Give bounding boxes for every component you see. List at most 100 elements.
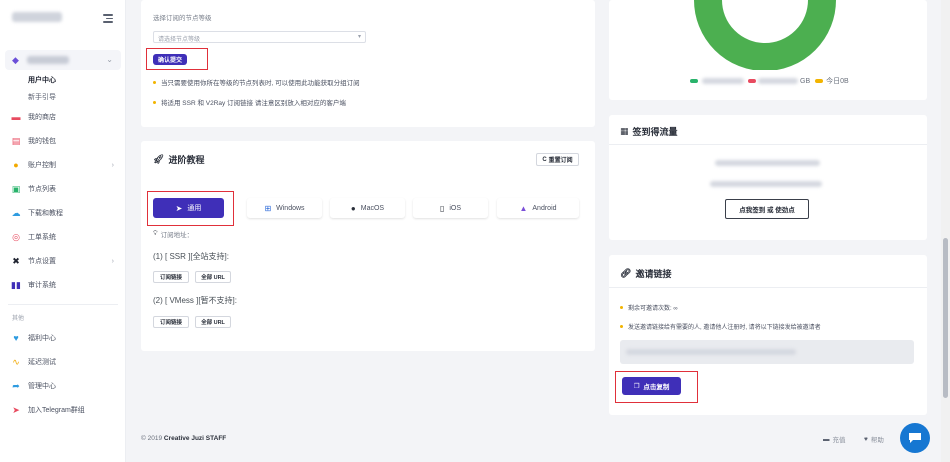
node-level-select[interactable]: 请选择节点等级 ▾ [153, 31, 366, 43]
invite-link-blurred [626, 349, 796, 355]
sidebar-item-label: 我的商店 [28, 114, 56, 121]
tab-android[interactable]: ▲ Android [497, 198, 579, 218]
sidebar-item-telegram[interactable]: ➤ 加入Telegram群组 [10, 402, 120, 418]
bullet-dot-icon [153, 80, 156, 84]
shop-icon: ▬ [11, 112, 21, 122]
tab-macos[interactable]: ● MacOS [330, 198, 405, 218]
wallet-icon: ▤ [11, 135, 21, 146]
invite-link-field[interactable] [620, 340, 914, 364]
sidebar-item-newbie-guide[interactable]: 新手引导 [28, 92, 56, 102]
share-icon: ➦ [12, 380, 20, 391]
highlight-box [615, 371, 698, 403]
sidebar-item-admin[interactable]: ➦ 管理中心 [10, 378, 120, 394]
audit-icon: ▮▮ [11, 279, 21, 290]
hamburger-menu-icon[interactable] [103, 14, 113, 23]
sidebar-item-label: 工单系统 [28, 234, 56, 241]
invite-title: 🔗︎ 邀请链接 [620, 268, 672, 279]
telegram-icon: ➤ [12, 404, 20, 415]
select-placeholder: 请选择节点等级 [158, 37, 201, 43]
sidebar-item-shop[interactable]: ▬ 我的商店 [10, 109, 120, 125]
legend-blurred [758, 78, 798, 84]
ssr-copy-link-button[interactable]: 订阅链接 [153, 271, 189, 283]
user-menu-toggle[interactable]: ◆ ⌄ [5, 50, 121, 70]
sidebar-item-label: 我的钱包 [28, 138, 56, 145]
bullet-dot-icon [620, 306, 623, 309]
card-divider [609, 144, 927, 145]
sidebar-item-latency[interactable]: ∿ 延迟测试 [10, 354, 120, 370]
chevron-right-icon: › [111, 257, 114, 265]
ssr-copy-all-button[interactable]: 全部 URL [195, 271, 231, 283]
sidebar-item-audit[interactable]: ▮▮ 审计系统 [10, 277, 120, 293]
card-icon: ▬ [823, 435, 830, 443]
sidebar-item-ticket[interactable]: ◎ 工单系统 [10, 229, 120, 245]
mobile-icon: ▯ [439, 203, 445, 213]
bullet-dot-icon [620, 325, 623, 328]
sidebar-item-welfare[interactable]: ♥ 福利中心 [10, 330, 120, 346]
reset-subscription-button[interactable]: C 重置订阅 [536, 153, 579, 166]
sidebar-section-label: 其他 [12, 316, 25, 322]
legend-used-swatch [690, 79, 698, 83]
invite-remaining: 剩余可邀请次数: ∞ [620, 303, 678, 312]
sidebar-item-label: 加入Telegram群组 [28, 407, 85, 414]
page-scrollbar[interactable] [941, 0, 950, 462]
windows-icon: ⊞ [264, 203, 272, 213]
sidebar-divider [8, 304, 118, 305]
sidebar-item-node-list[interactable]: ▣ 节点列表 [10, 181, 120, 197]
sidebar-item-user-center[interactable]: 用户中心 [28, 75, 56, 85]
checkin-button[interactable]: 点我签到 或 使劲点 [725, 199, 809, 219]
node-level-note-2: 将适用 SSR 和 V2Ray 订阅链接 请注意区别放入相对应的客户端 [153, 97, 346, 107]
cloud-icon: ☁ [11, 207, 21, 218]
sidebar-item-label: 管理中心 [28, 383, 56, 390]
sidebar-item-wallet[interactable]: ▤ 我的钱包 [10, 133, 120, 149]
footer-copyright: © 2019 Creative Juzi STAFF [141, 435, 227, 442]
pulse-icon: ∿ [12, 356, 20, 367]
sidebar-item-account[interactable]: ● 账户控制 › [10, 157, 120, 173]
heart-icon: ♥ [13, 333, 19, 343]
sidebar-item-label: 节点设置 [28, 258, 56, 265]
heart-icon: ♥ [864, 435, 868, 443]
node-level-label: 选择订阅的节点等级 [153, 15, 212, 22]
link-icon: 🔗︎ [620, 268, 632, 278]
refresh-icon: C [542, 156, 547, 163]
ssr-line: (1) [ SSR ][全站支持]: [153, 252, 230, 261]
vmess-copy-all-button[interactable]: 全部 URL [195, 316, 231, 328]
android-icon: ▲ [519, 203, 528, 213]
tutorial-title: 🚀︎ 进阶教程 [153, 154, 205, 165]
card-divider [609, 287, 927, 288]
highlight-box [146, 48, 208, 70]
sidebar-item-download[interactable]: ☁ 下载和教程 [10, 205, 120, 221]
scrollbar-thumb[interactable] [943, 238, 948, 398]
tab-ios[interactable]: ▯ iOS [413, 198, 488, 218]
chevron-right-icon: › [111, 161, 114, 169]
legend-blurred [702, 78, 744, 84]
legend-today-swatch [815, 79, 824, 83]
dropdown-arrow-icon: ▾ [357, 34, 361, 40]
sidebar-item-label: 审计系统 [28, 282, 56, 289]
lightbulb-icon: 💡︎ [153, 230, 158, 237]
brand-logo[interactable] [12, 12, 62, 22]
account-icon: ● [13, 160, 19, 170]
footer-recharge-link[interactable]: ▬ 充值 [823, 434, 846, 445]
node-list-icon: ▣ [11, 183, 21, 194]
sidebar-item-label: 延迟测试 [28, 359, 56, 366]
legend-remain-swatch [748, 79, 756, 83]
sidebar-item-label: 账户控制 [28, 162, 56, 169]
ticket-icon: ◎ [12, 231, 20, 242]
sidebar-item-node-settings[interactable]: ✖ 节点设置 › [10, 253, 120, 269]
subscribe-address-label: 💡︎ 订阅地址： [153, 230, 194, 239]
traffic-legend: GB 今日0B [690, 76, 849, 86]
sidebar: ◆ ⌄ 用户中心 新手引导 ▬ 我的商店 ▤ 我的钱包 ● 账户控制 › ▣ 节… [0, 0, 126, 462]
footer-help-link[interactable]: ♥ 帮助 [864, 434, 884, 445]
vmess-copy-link-button[interactable]: 订阅链接 [153, 316, 189, 328]
traffic-ring [694, 0, 836, 70]
apple-icon: ● [350, 203, 356, 213]
sidebar-item-label: 福利中心 [28, 335, 56, 342]
footer-staff: STAFF [205, 435, 227, 442]
tab-windows[interactable]: ⊞ Windows [247, 198, 322, 218]
chat-button[interactable] [900, 423, 930, 453]
legend-today-text: 今日0B [826, 78, 849, 85]
sidebar-item-label: 节点列表 [28, 186, 56, 193]
checkin-title: ▦ 签到得流量 [620, 126, 678, 137]
rocket-icon: 🚀︎ [153, 154, 165, 164]
sidebar-item-label: 下载和教程 [28, 210, 63, 217]
